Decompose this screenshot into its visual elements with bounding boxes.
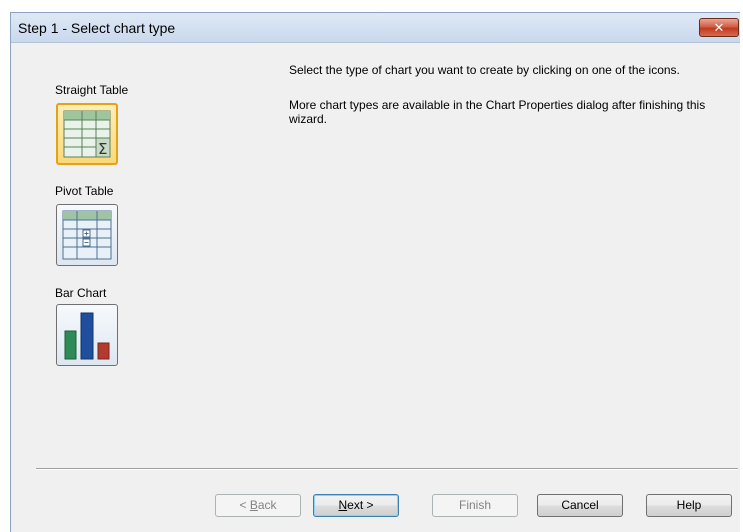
- bar-chart-label: Bar Chart: [55, 286, 107, 300]
- pivot-table-icon: [62, 210, 112, 260]
- svg-text:Σ: Σ: [98, 140, 107, 158]
- instruction-text-2: More chart types are available in the Ch…: [289, 98, 706, 126]
- close-button[interactable]: ✕: [699, 18, 739, 37]
- wizard-dialog: Step 1 - Select chart type ✕ Straight Ta…: [10, 12, 740, 532]
- back-button[interactable]: < Back: [215, 494, 301, 517]
- next-label-rest: ext >: [347, 498, 374, 512]
- back-label-mnemonic: B: [249, 498, 258, 512]
- help-button[interactable]: Help: [646, 494, 732, 517]
- close-icon: ✕: [713, 20, 725, 35]
- pivot-table-option[interactable]: [56, 204, 118, 266]
- title-bar: Step 1 - Select chart type ✕: [11, 13, 740, 43]
- straight-table-icon: Σ: [63, 110, 111, 158]
- straight-table-option[interactable]: Σ: [56, 103, 118, 165]
- next-button[interactable]: Next >: [313, 494, 399, 517]
- dialog-title: Step 1 - Select chart type: [18, 20, 176, 36]
- bar-chart-option[interactable]: [56, 304, 118, 366]
- pivot-table-label: Pivot Table: [55, 184, 114, 198]
- cancel-button[interactable]: Cancel: [537, 494, 623, 517]
- instruction-text-1: Select the type of chart you want to cre…: [289, 63, 680, 77]
- next-label-mnemonic: N: [338, 498, 348, 512]
- back-label-prefix: <: [239, 498, 250, 512]
- bar-chart-icon: [64, 312, 110, 360]
- back-label-rest: ack: [257, 498, 277, 512]
- straight-table-label: Straight Table: [55, 83, 129, 97]
- finish-button[interactable]: Finish: [432, 494, 518, 517]
- button-separator: [36, 468, 738, 470]
